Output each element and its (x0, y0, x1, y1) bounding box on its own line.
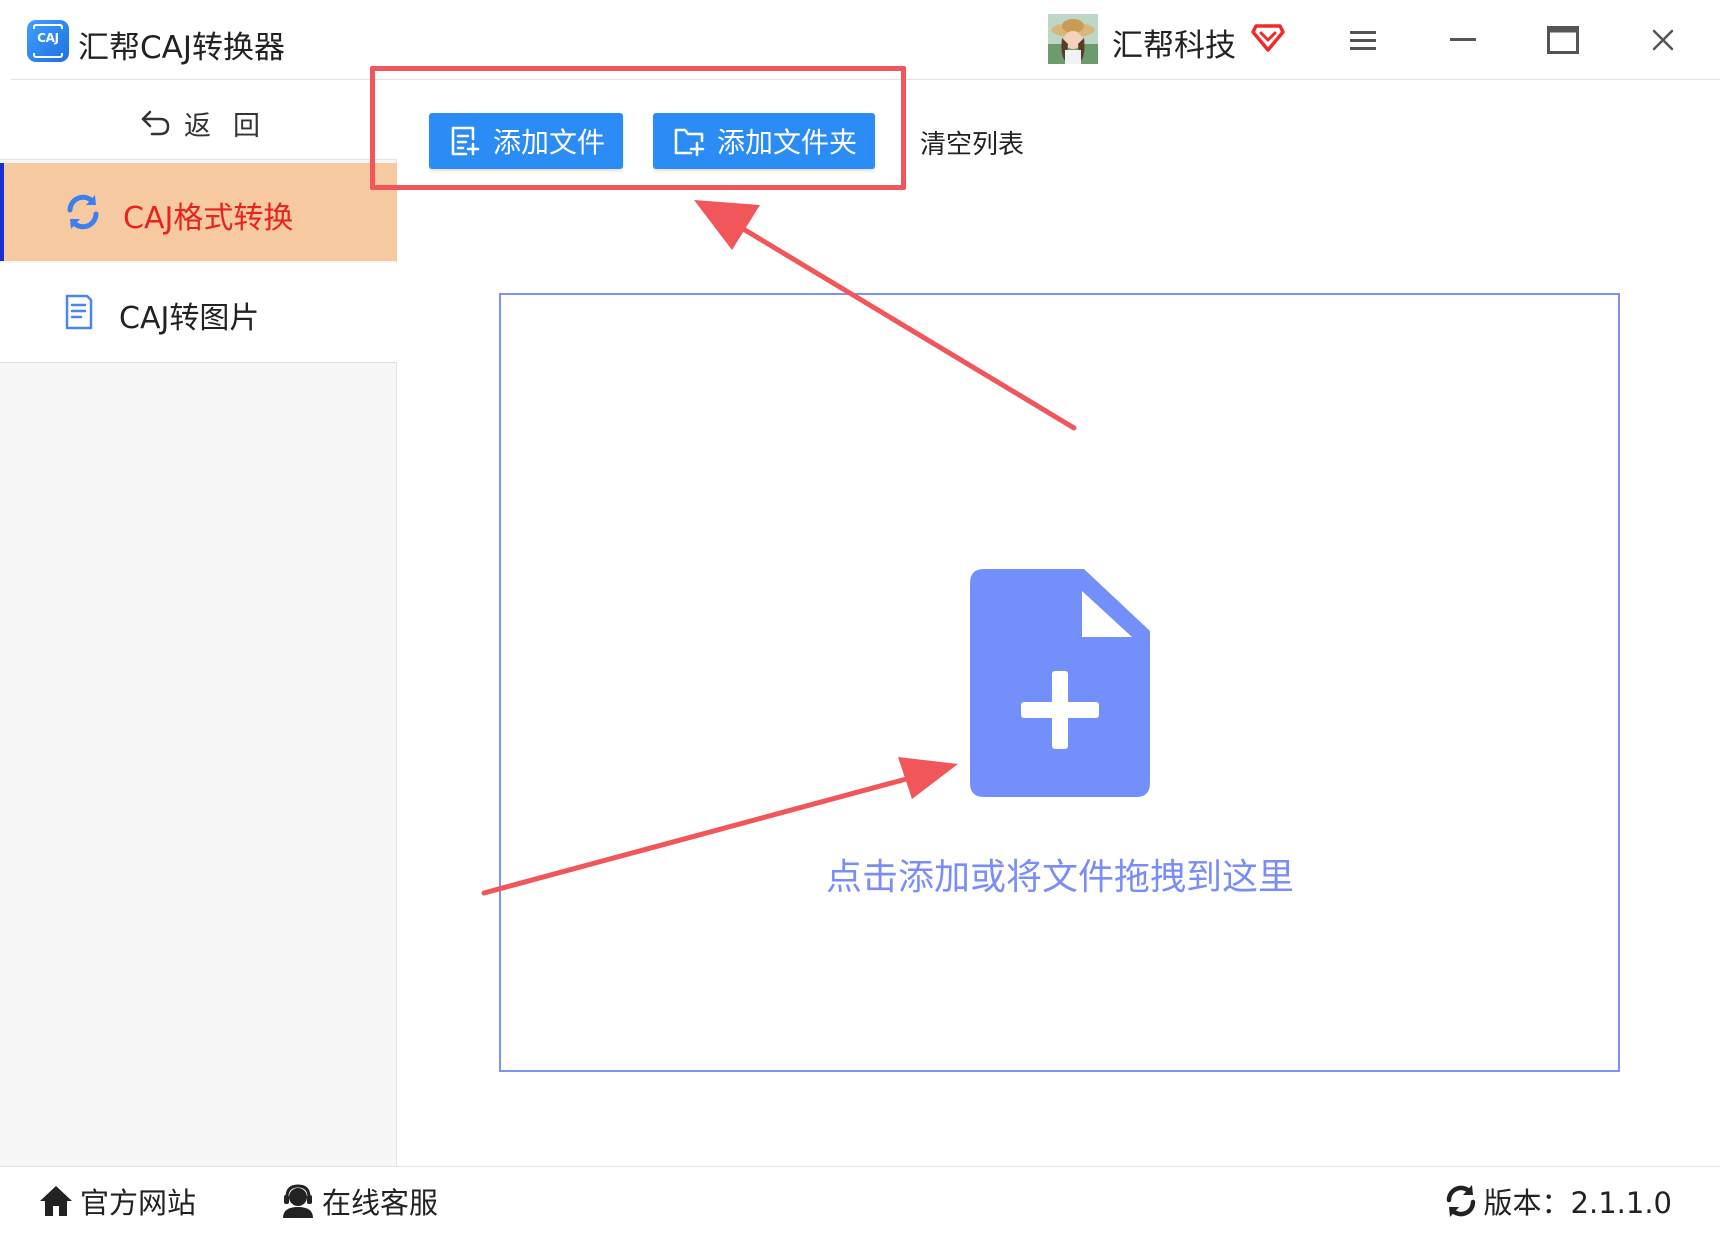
vip-diamond-icon[interactable] (1250, 18, 1286, 54)
sidebar-item-label: CAJ转图片 (119, 301, 260, 336)
close-button[interactable] (1636, 16, 1690, 64)
drop-hint-text: 点击添加或将文件拖拽到这里 (825, 857, 1294, 898)
update-icon (1446, 1185, 1475, 1217)
version-info[interactable]: 版本：2.1.1.0 (1444, 1183, 1672, 1220)
minimize-icon (1450, 38, 1476, 41)
menu-icon (1350, 31, 1376, 50)
sidebar-item-caj-to-image[interactable]: CAJ转图片 (0, 263, 397, 363)
official-website-label: 官方网站 (80, 1186, 197, 1220)
version-label: 版本：2.1.1.0 (1483, 1186, 1672, 1220)
user-name[interactable]: 汇帮科技 (1112, 20, 1236, 65)
back-label: 返回 (184, 111, 282, 142)
back-button[interactable]: 返回 (0, 80, 397, 160)
sidebar-item-label: CAJ格式转换 (123, 201, 294, 236)
minimize-button[interactable] (1436, 16, 1490, 64)
add-document-icon[interactable] (970, 569, 1150, 797)
official-website-link[interactable]: 官方网站 (38, 1183, 197, 1220)
menu-button[interactable] (1336, 16, 1390, 64)
sidebar: 返回 CAJ格式转换 CAJ转图片 (0, 80, 397, 1166)
user-avatar[interactable] (1048, 14, 1098, 64)
customer-service-icon (283, 1184, 313, 1218)
maximize-icon (1547, 26, 1579, 54)
sidebar-item-caj-format-convert[interactable]: CAJ格式转换 (0, 163, 397, 261)
refresh-icon (67, 194, 99, 230)
footer-bar: 官方网站 在线客服 版本：2.1.1.0 (0, 1166, 1720, 1234)
home-icon (40, 1186, 72, 1216)
app-title: 汇帮CAJ转换器 (78, 30, 285, 66)
back-arrow-icon (141, 110, 170, 136)
maximize-button[interactable] (1536, 16, 1590, 64)
online-service-link[interactable]: 在线客服 (280, 1183, 439, 1220)
annotation-highlight-box (370, 66, 906, 190)
close-icon (1652, 29, 1674, 51)
document-icon (65, 294, 93, 330)
online-service-label: 在线客服 (322, 1186, 439, 1220)
app-logo-text: CAJ (37, 31, 59, 45)
app-logo: CAJ (27, 20, 69, 62)
clear-list-button[interactable]: 清空列表 (920, 124, 1024, 161)
